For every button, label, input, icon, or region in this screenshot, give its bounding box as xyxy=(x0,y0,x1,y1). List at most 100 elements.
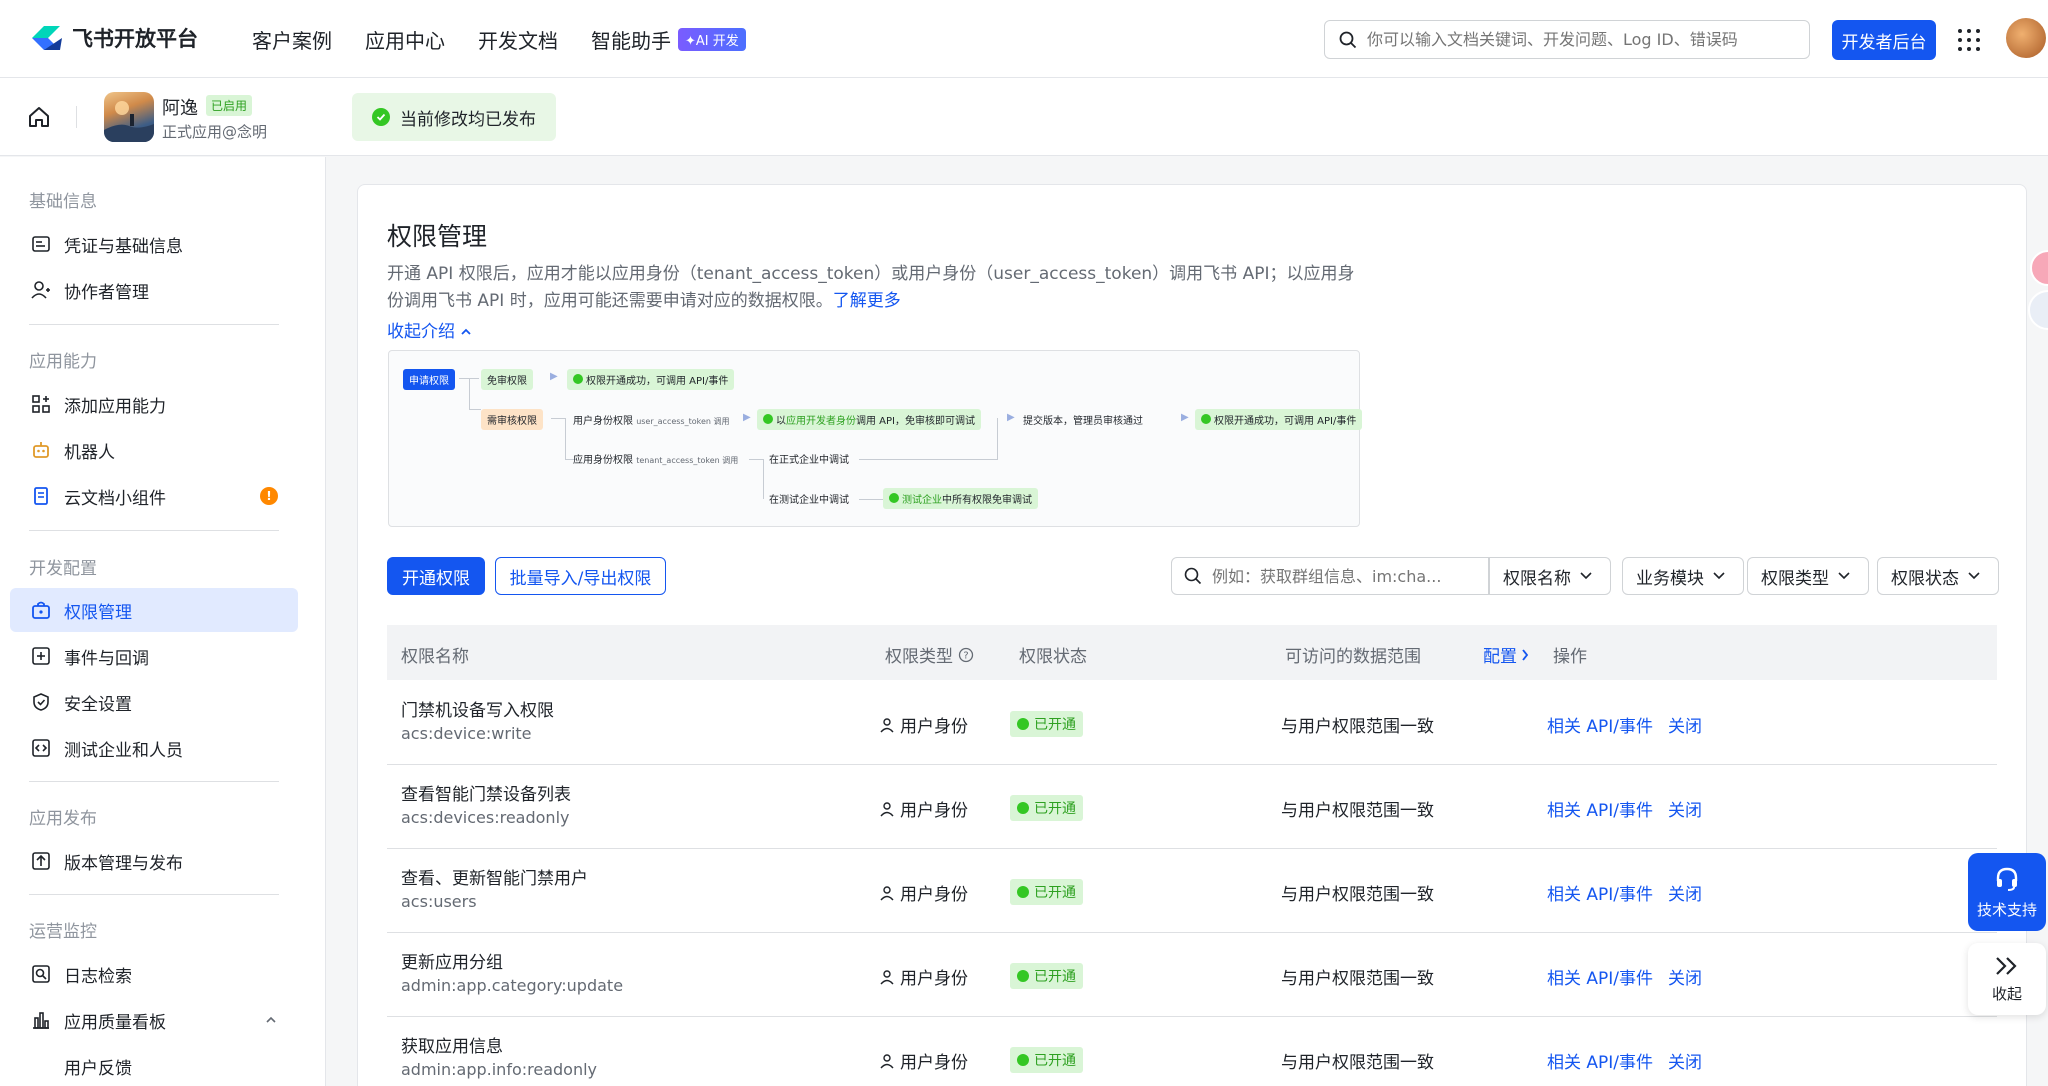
permission-type: 用户身份 xyxy=(879,1048,968,1073)
permission-code: admin:app.info:readonly xyxy=(401,1060,597,1079)
sidebar-item-test-tenant[interactable]: 测试企业和人员 xyxy=(10,726,298,770)
sidebar-item-add-capability[interactable]: 添加应用能力 xyxy=(10,382,298,426)
flow-free: 免审权限 xyxy=(481,369,533,390)
user-avatar[interactable] xyxy=(2006,18,2046,58)
status-badge: 已开通 xyxy=(1010,879,1083,905)
chevron-down-icon xyxy=(1968,572,1980,580)
permission-code: acs:device:write xyxy=(401,724,532,743)
config-scope-link[interactable]: 配置 xyxy=(1483,642,1529,667)
permission-type-filter[interactable]: 权限类型 xyxy=(1747,557,1869,595)
data-scope: 与用户权限范围一致 xyxy=(1281,1053,1434,1073)
col-actions: 操作 xyxy=(1553,647,1587,667)
close-permission-link[interactable]: 关闭 xyxy=(1668,880,1702,905)
help-icon[interactable]: ? xyxy=(958,647,974,663)
related-api-link[interactable]: 相关 API/事件 xyxy=(1547,796,1653,821)
page-description: 开通 API 权限后，应用才能以应用身份（tenant_access_token… xyxy=(387,261,1367,315)
related-api-link[interactable]: 相关 API/事件 xyxy=(1547,880,1653,905)
app-subtitle: 正式应用@念明 xyxy=(162,123,268,141)
permission-status-filter[interactable]: 权限状态 xyxy=(1877,557,1999,595)
related-api-link[interactable]: 相关 API/事件 xyxy=(1547,1048,1653,1073)
svg-text:?: ? xyxy=(963,650,968,661)
close-permission-link[interactable]: 关闭 xyxy=(1668,796,1702,821)
floating-assistant-avatar[interactable] xyxy=(2028,290,2048,330)
chevron-down-icon xyxy=(1713,572,1725,580)
sidebar-group-release: 应用发布 xyxy=(29,809,97,829)
chevron-up-icon[interactable] xyxy=(264,1013,278,1027)
learn-more-link[interactable]: 了解更多 xyxy=(833,291,901,311)
check-circle-icon xyxy=(372,108,390,126)
global-search-input[interactable] xyxy=(1367,30,1787,49)
sidebar-item-label: 事件与回调 xyxy=(64,648,149,669)
check-circle-icon xyxy=(1017,886,1029,898)
sidebar-item-doc-widget[interactable]: 云文档小组件 ! xyxy=(10,474,298,518)
sidebar-item-label: 凭证与基础信息 xyxy=(64,236,183,257)
table-row: 更新应用分组 admin:app.category:update 用户身份 已开… xyxy=(387,933,1997,1017)
close-permission-link[interactable]: 关闭 xyxy=(1668,964,1702,989)
business-module-filter[interactable]: 业务模块 xyxy=(1622,557,1744,595)
sidebar-item-events[interactable]: 事件与回调 xyxy=(10,634,298,678)
batch-import-export-button[interactable]: 批量导入/导出权限 xyxy=(495,557,666,595)
feishu-logo-icon xyxy=(32,26,62,50)
sidebar-item-credentials[interactable]: 凭证与基础信息 xyxy=(10,222,298,266)
sidebar-item-log-search[interactable]: 日志检索 xyxy=(10,952,298,996)
nav-customer-cases[interactable]: 客户案例 xyxy=(252,25,332,54)
shield-icon xyxy=(30,691,52,713)
close-permission-link[interactable]: 关闭 xyxy=(1668,1048,1702,1073)
permission-search-input[interactable] xyxy=(1212,566,1462,586)
sidebar-item-permissions[interactable]: 权限管理 xyxy=(10,588,298,632)
related-api-link[interactable]: 相关 API/事件 xyxy=(1547,712,1653,737)
collapse-float-button[interactable]: 收起 xyxy=(1968,943,2046,1015)
sidebar-item-quality-board[interactable]: 应用质量看板 xyxy=(10,998,298,1042)
home-icon[interactable] xyxy=(26,104,52,130)
nav-ai-assistant[interactable]: 智能助手 xyxy=(591,25,671,54)
apps-grid-icon[interactable] xyxy=(1958,29,1980,51)
sidebar-item-versions[interactable]: 版本管理与发布 xyxy=(10,839,298,883)
sidebar-group-basic: 基础信息 xyxy=(29,192,97,212)
doc-widget-icon xyxy=(30,485,52,507)
permission-search[interactable] xyxy=(1171,557,1489,595)
data-scope: 与用户权限范围一致 xyxy=(1281,801,1434,821)
open-permission-button[interactable]: 开通权限 xyxy=(387,557,485,595)
credential-icon xyxy=(30,233,52,255)
sidebar-group-capability: 应用能力 xyxy=(29,352,97,372)
feishu-logo[interactable]: 飞书开放平台 xyxy=(30,23,198,53)
sidebar-item-label: 机器人 xyxy=(64,442,115,463)
ai-dev-badge[interactable]: ✦AI 开发 xyxy=(678,28,746,51)
related-api-link[interactable]: 相关 API/事件 xyxy=(1547,964,1653,989)
chevron-down-icon xyxy=(1838,572,1850,580)
publish-tip-text: 当前修改均已发布 xyxy=(400,109,536,130)
data-scope: 与用户权限范围一致 xyxy=(1281,717,1434,737)
floating-avatar[interactable] xyxy=(2030,250,2048,286)
col-permission-name: 权限名称 xyxy=(401,647,469,667)
permission-card: 权限管理 开通 API 权限后，应用才能以应用身份（tenant_access_… xyxy=(357,184,2027,1086)
user-icon xyxy=(880,885,894,900)
sidebar-item-robot[interactable]: 机器人 xyxy=(10,428,298,472)
permission-type: 用户身份 xyxy=(879,964,968,989)
event-icon xyxy=(30,645,52,667)
table-row: 查看、更新智能门禁用户 acs:users 用户身份 已开通 与用户权限范围一致… xyxy=(387,849,1997,933)
sidebar-group-monitoring: 运营监控 xyxy=(29,922,97,942)
status-badge: 已开通 xyxy=(1010,963,1083,989)
flow-app-perm: 应用身份权限 tenant_access_token 调用 xyxy=(573,455,739,466)
sidebar-item-label: 版本管理与发布 xyxy=(64,853,183,874)
check-circle-icon xyxy=(1017,1054,1029,1066)
tech-support-button[interactable]: 技术支持 xyxy=(1968,853,2046,931)
user-icon xyxy=(880,717,894,732)
developer-console-button[interactable]: 开发者后台 xyxy=(1832,20,1936,60)
flow-free-result: 权限开通成功，可调用 API/事件 xyxy=(567,369,735,390)
sidebar: 基础信息 凭证与基础信息 协作者管理 应用能力 添加应用能力 机器人 云文档小组… xyxy=(0,157,326,1086)
sidebar-item-user-feedback[interactable]: 用户反馈 xyxy=(10,1044,298,1086)
table-row: 门禁机设备写入权限 acs:device:write 用户身份 已开通 与用户权… xyxy=(387,681,1997,765)
nav-dev-docs[interactable]: 开发文档 xyxy=(478,25,558,54)
global-search[interactable] xyxy=(1324,20,1810,59)
nav-app-center[interactable]: 应用中心 xyxy=(365,25,445,54)
sidebar-item-security[interactable]: 安全设置 xyxy=(10,680,298,724)
code-icon xyxy=(30,737,52,759)
user-icon xyxy=(880,801,894,816)
col-permission-type: 权限类型 ? xyxy=(885,642,974,667)
collapse-intro-link[interactable]: 收起介绍 xyxy=(387,317,472,342)
permission-flow-diagram: 申请权限 免审权限 ▶ 权限开通成功，可调用 API/事件 需审核权限 用户身份… xyxy=(388,350,1363,527)
close-permission-link[interactable]: 关闭 xyxy=(1668,712,1702,737)
sidebar-item-collaborators[interactable]: 协作者管理 xyxy=(10,268,298,312)
search-field-select[interactable]: 权限名称 xyxy=(1489,557,1611,595)
